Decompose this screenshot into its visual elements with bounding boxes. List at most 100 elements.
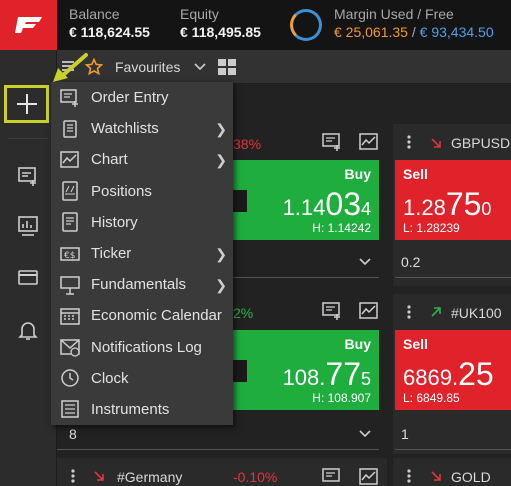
brand-logo[interactable] <box>0 0 57 50</box>
chevron-down-icon <box>359 258 371 266</box>
app-root: Balance € 118,624.55 Equity € 118,495.85… <box>0 0 511 486</box>
equity-value: € 118,495.85 <box>180 24 261 40</box>
tile6-symbol: GOLD <box>451 469 491 485</box>
tile4-quantity-input[interactable]: 1 <box>395 418 511 450</box>
tile1-quantity-select[interactable] <box>233 246 379 278</box>
tile2-sell-label: Sell <box>403 166 428 182</box>
plus-icon <box>16 94 37 114</box>
tile3-buy-label: Buy <box>344 336 371 352</box>
tile1-buy-button[interactable]: Buy 1.14034 H: 1.14242 <box>233 160 379 240</box>
menu-item-label: Positions <box>91 182 152 200</box>
watchlists-icon <box>60 119 80 139</box>
chevron-down-icon[interactable] <box>194 63 206 71</box>
trend-up-icon <box>431 307 441 317</box>
notifications-icon <box>60 337 80 357</box>
add-widget-menu: Order Entry Watchlists ❯ Chart ❯ Positio… <box>51 82 233 425</box>
chevron-right-icon: ❯ <box>215 277 227 294</box>
margin-label: Margin Used / Free <box>334 6 454 22</box>
grid-icon[interactable] <box>218 59 236 75</box>
tile1-spread-tab <box>233 190 247 212</box>
tile2-low: L: 1.28239 <box>403 221 460 235</box>
tile3-buy-button[interactable]: Buy 108.775 H: 108.907 <box>233 330 379 410</box>
menu-item-clock[interactable]: Clock <box>51 363 233 394</box>
tile2-quantity-input[interactable]: 0.2 <box>395 246 511 278</box>
tile1-change: 38% <box>233 136 262 152</box>
menu-item-fundamentals[interactable]: Fundamentals ❯ <box>51 269 233 300</box>
history-icon <box>60 212 80 233</box>
menu-item-label: Instruments <box>91 400 170 418</box>
bell-icon[interactable] <box>16 318 40 342</box>
order-entry-icon[interactable] <box>322 468 342 486</box>
positions-icon <box>60 181 80 201</box>
tile2-sell-button[interactable]: Sell 1.28750 L: 1.28239 <box>395 160 511 240</box>
fundamentals-icon <box>60 275 80 295</box>
chart-icon[interactable] <box>359 302 379 320</box>
margin-separator: / <box>407 24 420 40</box>
trend-down-icon <box>94 471 104 481</box>
tile4-sell-button[interactable]: Sell 6869.25 L: 6849.85 <box>395 330 511 410</box>
calendar-icon <box>60 306 80 326</box>
menu-item-ticker[interactable]: €$ Ticker ❯ <box>51 238 233 269</box>
menu-item-label: Notifications Log <box>91 338 202 356</box>
payment-card-icon[interactable] <box>16 265 40 289</box>
tile3-buy-price: 108.775 <box>282 356 371 392</box>
brand-logo-icon <box>14 17 42 33</box>
account-bar: Balance € 118,624.55 Equity € 118,495.85… <box>0 0 511 50</box>
margin-used-value: € 25,061.35 <box>334 24 408 40</box>
menu-item-label: Ticker <box>91 245 132 263</box>
tile4-sell-label: Sell <box>403 336 428 352</box>
tile1-buy-label: Buy <box>344 166 371 182</box>
reports-icon[interactable] <box>16 214 40 238</box>
tile1-high: H: 1.14242 <box>312 221 371 235</box>
balance-stat: Balance € 118,624.55 <box>69 6 150 42</box>
menu-item-label: Chart <box>91 151 128 169</box>
tile1-buy-price: 1.14034 <box>282 186 371 222</box>
menu-item-order-entry[interactable]: Order Entry <box>51 82 233 113</box>
chevron-down-icon[interactable] <box>359 430 371 438</box>
margin-free-value: € 93,434.50 <box>419 24 494 40</box>
workspace-toolbar: Favourites <box>57 50 511 84</box>
tile4-symbol: #UK100 <box>451 305 502 321</box>
menu-item-label: Fundamentals <box>91 276 187 294</box>
menu-item-notifications-log[interactable]: Notifications Log <box>51 332 233 363</box>
tile4-low: L: 6849.85 <box>403 391 460 405</box>
favourites-dropdown[interactable]: Favourites <box>115 59 180 75</box>
more-options-icon[interactable] <box>70 468 76 484</box>
more-options-icon[interactable] <box>406 468 412 484</box>
menu-item-chart[interactable]: Chart ❯ <box>51 144 233 175</box>
tile3-spread-tab <box>233 360 247 382</box>
tile3-change: 2% <box>233 305 254 321</box>
margin-values: € 25,061.35 / € 93,434.50 <box>334 22 494 42</box>
chart-icon[interactable] <box>359 133 379 151</box>
margin-gauge-icon <box>290 9 322 41</box>
chart-icon[interactable] <box>359 468 379 486</box>
order-entry-icon[interactable] <box>322 133 342 151</box>
menu-item-label: Watchlists <box>91 120 159 138</box>
menu-item-watchlists[interactable]: Watchlists ❯ <box>51 113 233 144</box>
chevron-right-icon: ❯ <box>215 152 227 169</box>
more-options-icon[interactable] <box>406 304 412 320</box>
balance-value: € 118,624.55 <box>69 24 150 40</box>
menu-item-economic-calendar[interactable]: Economic Calendar <box>51 300 233 331</box>
sidebar-divider <box>8 138 48 139</box>
menu-item-instruments[interactable]: Instruments <box>51 394 233 425</box>
menu-item-label: Order Entry <box>91 89 169 107</box>
add-widget-button[interactable] <box>4 85 49 123</box>
ticker-icon: €$ <box>60 244 80 264</box>
chevron-right-icon: ❯ <box>215 121 227 138</box>
order-entry-icon[interactable] <box>322 302 342 320</box>
menu-item-history[interactable]: History <box>51 207 233 238</box>
menu-item-label: Economic Calendar <box>91 307 222 325</box>
more-options-icon[interactable] <box>406 134 412 150</box>
tile4-sell-price: 6869.25 <box>403 356 494 392</box>
annotation-arrow-icon <box>53 53 88 82</box>
balance-label: Balance <box>69 6 120 22</box>
tile5-change: -0.10% <box>233 469 278 485</box>
svg-text:€$: €$ <box>64 251 75 261</box>
chevron-right-icon: ❯ <box>215 245 227 262</box>
new-order-icon[interactable] <box>16 164 40 188</box>
tile5-symbol: #Germany <box>117 469 183 485</box>
clock-icon <box>60 368 80 388</box>
trend-down-icon <box>431 138 441 148</box>
menu-item-positions[interactable]: Positions <box>51 176 233 207</box>
